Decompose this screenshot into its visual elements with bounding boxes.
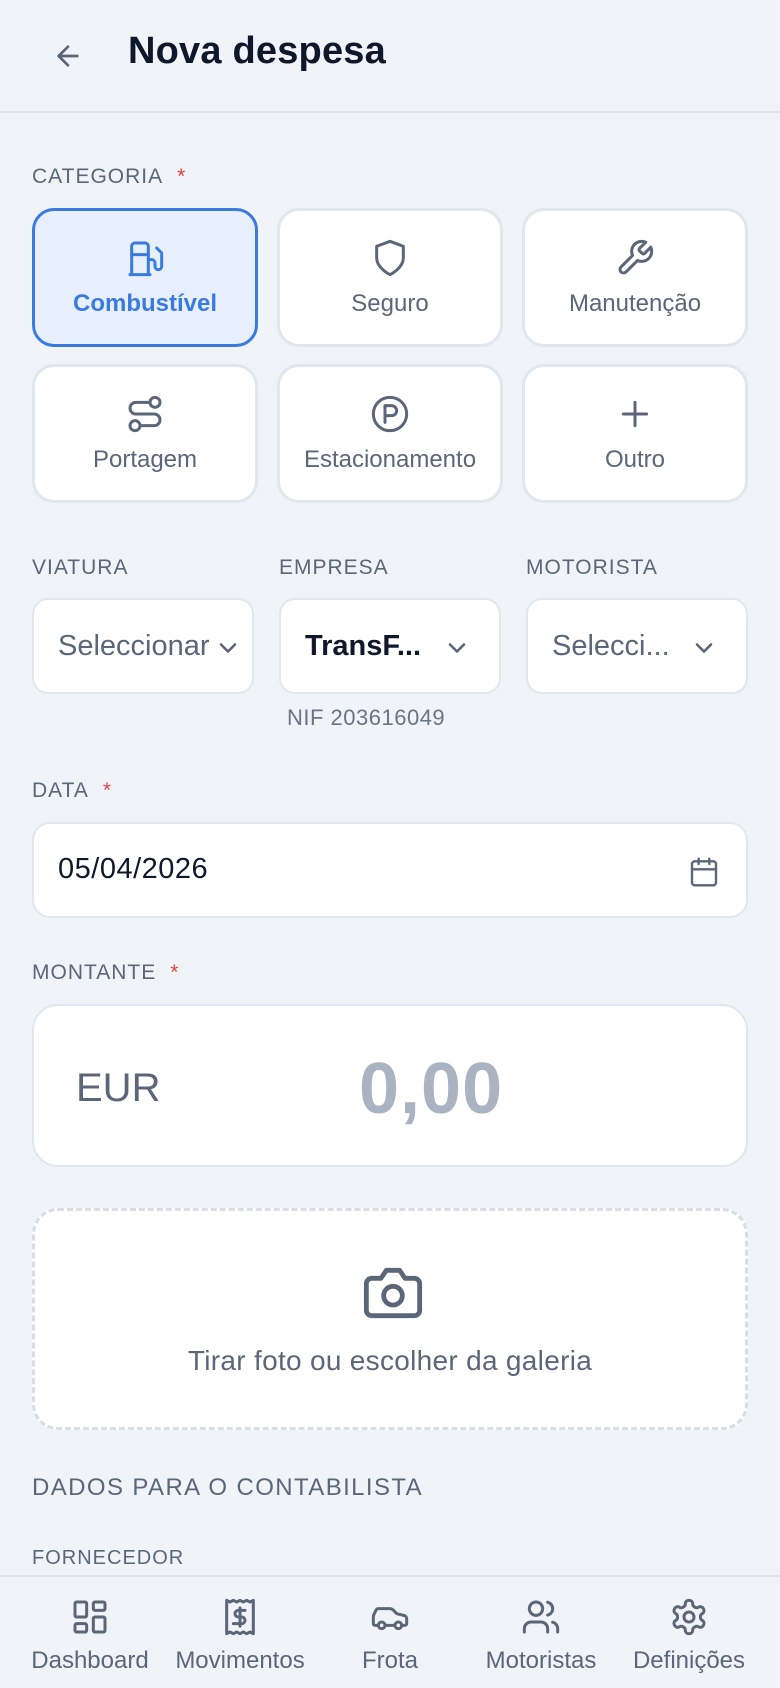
chevron-down-icon xyxy=(219,643,237,653)
date-value: 05/04/2026 xyxy=(58,853,209,885)
currency-label: EUR xyxy=(76,1066,161,1110)
nav-movimentos[interactable]: Movimentos xyxy=(166,1577,314,1688)
category-insurance[interactable]: Seguro xyxy=(277,208,503,347)
viatura-select[interactable]: Seleccionar xyxy=(32,598,254,694)
calendar-icon[interactable] xyxy=(688,856,720,888)
amount-field[interactable]: EUR 0,00 xyxy=(32,1004,748,1167)
plus-icon xyxy=(621,400,649,427)
shield-icon xyxy=(375,239,405,276)
accountant-section-title: DADOS PARA O CONTABILISTA xyxy=(32,1474,424,1501)
route-icon xyxy=(128,395,162,432)
supplier-label: FORNECEDOR xyxy=(32,1547,185,1569)
nav-label: Motoristas xyxy=(485,1647,597,1674)
category-label-other: Outro xyxy=(604,445,666,473)
users-icon xyxy=(522,1600,560,1634)
nav-motoristas[interactable]: Motoristas xyxy=(474,1577,608,1688)
motorista-select-value: Selecci... xyxy=(552,629,670,662)
category-grid: Combustível Seguro Manutenção Portagem E… xyxy=(32,208,748,503)
category-label-parking: Estacionamento xyxy=(303,445,477,473)
dashboard-icon xyxy=(73,1600,107,1634)
nav-definicoes[interactable]: Definições xyxy=(624,1577,754,1688)
category-fuel[interactable]: Combustível xyxy=(32,208,258,347)
required-mark: * xyxy=(102,779,113,802)
category-label-fuel: Combustível xyxy=(72,289,218,317)
bottom-nav: Dashboard Movimentos Frota Motoristas De… xyxy=(0,1575,780,1688)
nav-label: Movimentos xyxy=(175,1647,305,1674)
empresa-label: EMPRESA xyxy=(279,556,389,579)
nav-label: Definições xyxy=(632,1647,746,1674)
parking-icon xyxy=(371,395,409,432)
fuel-pump-icon xyxy=(128,241,164,276)
date-field[interactable]: 05/04/2026 xyxy=(32,822,748,918)
wrench-icon xyxy=(618,239,654,274)
motorista-label: MOTORISTA xyxy=(526,556,658,579)
gear-icon xyxy=(672,1598,706,1636)
category-label-maintenance: Manutenção xyxy=(568,289,702,317)
car-icon xyxy=(371,1607,409,1631)
required-mark: * xyxy=(177,165,187,188)
nav-dashboard[interactable]: Dashboard xyxy=(22,1577,158,1688)
category-label-toll: Portagem xyxy=(92,445,198,473)
receipt-icon xyxy=(225,1598,255,1636)
back-button[interactable] xyxy=(44,32,92,80)
category-label-insurance: Seguro xyxy=(351,289,429,317)
company-nif: NIF 203616049 xyxy=(287,705,446,730)
amount-input[interactable]: 0,00 xyxy=(359,1048,503,1130)
date-label: DATA * xyxy=(32,779,112,803)
amount-label: MONTANTE * xyxy=(32,961,179,985)
category-parking[interactable]: Estacionamento xyxy=(277,364,503,503)
viatura-label: VIATURA xyxy=(32,556,129,579)
motorista-select[interactable]: Selecci... xyxy=(526,598,748,694)
category-maintenance[interactable]: Manutenção xyxy=(522,208,748,347)
nav-label: Frota xyxy=(361,1647,418,1674)
category-label: CATEGORIA * xyxy=(32,165,186,189)
page-title: Nova despesa xyxy=(128,30,386,72)
required-mark: * xyxy=(170,961,180,984)
chevron-down-icon xyxy=(695,643,713,653)
arrow-left-icon xyxy=(57,45,79,67)
empresa-select[interactable]: TransF... xyxy=(279,598,501,694)
chevron-down-icon xyxy=(448,643,466,653)
nav-frota[interactable]: Frota xyxy=(330,1577,450,1688)
photo-upload-text: Tirar foto ou escolher da galeria xyxy=(187,1345,593,1376)
camera-icon xyxy=(363,1267,423,1319)
photo-upload[interactable]: Tirar foto ou escolher da galeria xyxy=(32,1208,748,1430)
empresa-select-value: TransF... xyxy=(305,629,422,662)
nav-label: Dashboard xyxy=(31,1647,149,1674)
category-other[interactable]: Outro xyxy=(522,364,748,503)
app-header: Nova despesa xyxy=(0,0,780,113)
category-toll[interactable]: Portagem xyxy=(32,364,258,503)
viatura-select-value: Seleccionar xyxy=(58,629,210,662)
amount-label-text: MONTANTE xyxy=(32,961,157,984)
category-label-text: CATEGORIA xyxy=(32,165,164,188)
date-label-text: DATA xyxy=(32,779,89,802)
